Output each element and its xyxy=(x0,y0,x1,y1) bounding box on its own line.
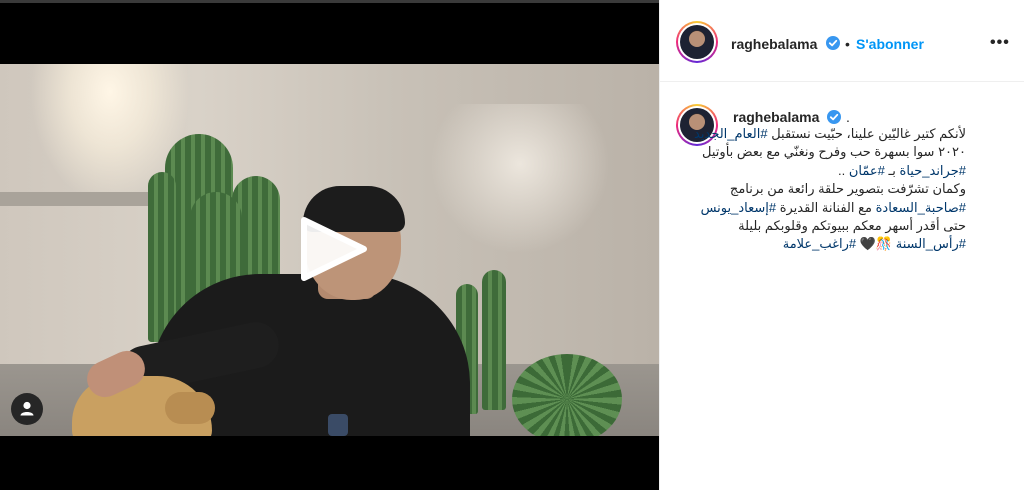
dog-snout xyxy=(165,392,215,424)
wrist-watch xyxy=(328,414,348,436)
caption-line: حتى أقدر أسهر معكم ببيوتكم وقلوبكم بليلة xyxy=(738,218,966,234)
caption-line: لأنكم كتير غاليّين علينا، حبّيت نستقبل #… xyxy=(694,126,966,141)
caption-line: وكمان تشرّفت بتصوير حلقة رائعة من برنامج xyxy=(729,181,966,197)
avatar-photo xyxy=(680,25,714,59)
hashtag-link[interactable]: #رأس_السنة xyxy=(896,236,966,251)
hashtag-link[interactable]: #صاحبة_السعادة xyxy=(876,200,966,215)
follow-button[interactable]: S'abonner xyxy=(856,36,924,52)
post-sidebar: raghebalama • S'abonner ••• raghebalama … xyxy=(659,0,1024,490)
user-icon xyxy=(20,401,34,416)
wall-light-right xyxy=(430,104,610,254)
post-caption: لأنكم كتير غاليّين علينا، حبّيت نستقبل #… xyxy=(694,125,966,254)
hashtag-link[interactable]: #عمّان xyxy=(849,163,885,178)
hashtag-link[interactable]: #جراند_حياة xyxy=(900,163,966,178)
post-header: raghebalama • S'abonner ••• xyxy=(660,0,1024,82)
caption-period: . xyxy=(846,109,850,125)
play-icon xyxy=(301,217,367,281)
hashtag-link[interactable]: #العام_الجديد xyxy=(694,126,768,141)
post-media xyxy=(0,0,659,490)
verified-badge-icon xyxy=(826,36,840,50)
caption-line: ٢٠٢٠ سوا بسهرة حب وفرح ونغنّي مع بعض بأو… xyxy=(702,144,966,160)
header-username[interactable]: raghebalama xyxy=(731,36,817,52)
caption-line: #جراند_حياة بـ #عمّان .. xyxy=(838,162,966,178)
caption-line: #صاحبة_السعادة مع الفنانة القديرة #إسعاد… xyxy=(700,199,966,215)
verified-badge-icon xyxy=(827,110,841,124)
top-strip xyxy=(0,0,659,3)
tagged-users-button[interactable] xyxy=(11,393,43,425)
caption-line: #رأس_السنة 🎊🖤 #راغب_علامة xyxy=(782,236,966,252)
header-separator: • xyxy=(845,36,850,52)
hashtag-link[interactable]: #إسعاد_يونس xyxy=(701,200,777,215)
cactus xyxy=(482,270,506,410)
play-button[interactable] xyxy=(296,212,370,286)
cactus-ball xyxy=(512,354,622,436)
caption-username[interactable]: raghebalama xyxy=(733,109,819,125)
more-options-icon[interactable]: ••• xyxy=(990,34,1010,52)
profile-avatar[interactable] xyxy=(676,21,718,63)
hashtag-link[interactable]: #راغب_علامة xyxy=(783,236,856,251)
